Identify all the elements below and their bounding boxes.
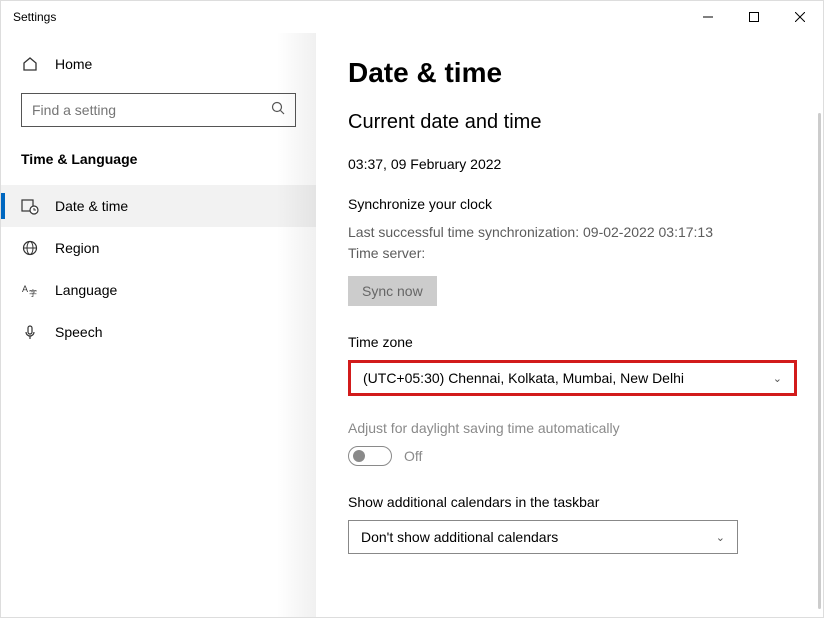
calendar-clock-icon <box>21 197 39 215</box>
svg-text:A: A <box>22 284 28 294</box>
last-sync-text: Last successful time synchronization: 09… <box>348 222 797 243</box>
microphone-icon <box>21 323 39 341</box>
chevron-down-icon: ⌄ <box>716 531 725 544</box>
dst-state-text: Off <box>404 448 422 464</box>
additional-calendars-value: Don't show additional calendars <box>361 529 558 545</box>
additional-calendars-label: Show additional calendars in the taskbar <box>348 494 797 510</box>
home-icon <box>21 55 39 73</box>
maximize-button[interactable] <box>731 1 777 33</box>
sidebar-item-language[interactable]: A字 Language <box>1 269 316 311</box>
globe-icon <box>21 239 39 257</box>
sidebar: Home Time & Language Date & time Region … <box>1 33 316 617</box>
home-link[interactable]: Home <box>1 45 316 83</box>
dst-toggle <box>348 446 392 466</box>
timezone-value: (UTC+05:30) Chennai, Kolkata, Mumbai, Ne… <box>363 370 684 386</box>
page-title: Date & time <box>348 57 797 89</box>
close-button[interactable] <box>777 1 823 33</box>
sidebar-item-date-time[interactable]: Date & time <box>1 185 316 227</box>
sidebar-item-label: Region <box>55 240 99 256</box>
category-header: Time & Language <box>1 145 316 185</box>
dst-label: Adjust for daylight saving time automati… <box>348 420 797 436</box>
svg-text:字: 字 <box>29 288 37 298</box>
search-input[interactable] <box>21 93 296 127</box>
timezone-dropdown[interactable]: (UTC+05:30) Chennai, Kolkata, Mumbai, Ne… <box>348 360 797 396</box>
search-icon <box>271 101 285 120</box>
current-datetime-value: 03:37, 09 February 2022 <box>348 156 797 172</box>
sidebar-item-region[interactable]: Region <box>1 227 316 269</box>
chevron-down-icon: ⌄ <box>773 372 782 385</box>
scrollbar[interactable] <box>818 113 821 609</box>
sync-heading: Synchronize your clock <box>348 196 797 212</box>
search-field[interactable] <box>32 102 252 118</box>
language-icon: A字 <box>21 281 39 299</box>
window-title: Settings <box>13 10 56 24</box>
additional-calendars-dropdown[interactable]: Don't show additional calendars ⌄ <box>348 520 738 554</box>
home-label: Home <box>55 56 92 72</box>
time-server-text: Time server: <box>348 243 797 264</box>
sidebar-item-label: Speech <box>55 324 102 340</box>
sidebar-item-label: Language <box>55 282 117 298</box>
sidebar-item-speech[interactable]: Speech <box>1 311 316 353</box>
sync-now-button[interactable]: Sync now <box>348 276 437 306</box>
sidebar-item-label: Date & time <box>55 198 128 214</box>
main-panel: Date & time Current date and time 03:37,… <box>316 33 823 617</box>
current-datetime-heading: Current date and time <box>348 111 797 134</box>
minimize-button[interactable] <box>685 1 731 33</box>
timezone-label: Time zone <box>348 334 797 350</box>
